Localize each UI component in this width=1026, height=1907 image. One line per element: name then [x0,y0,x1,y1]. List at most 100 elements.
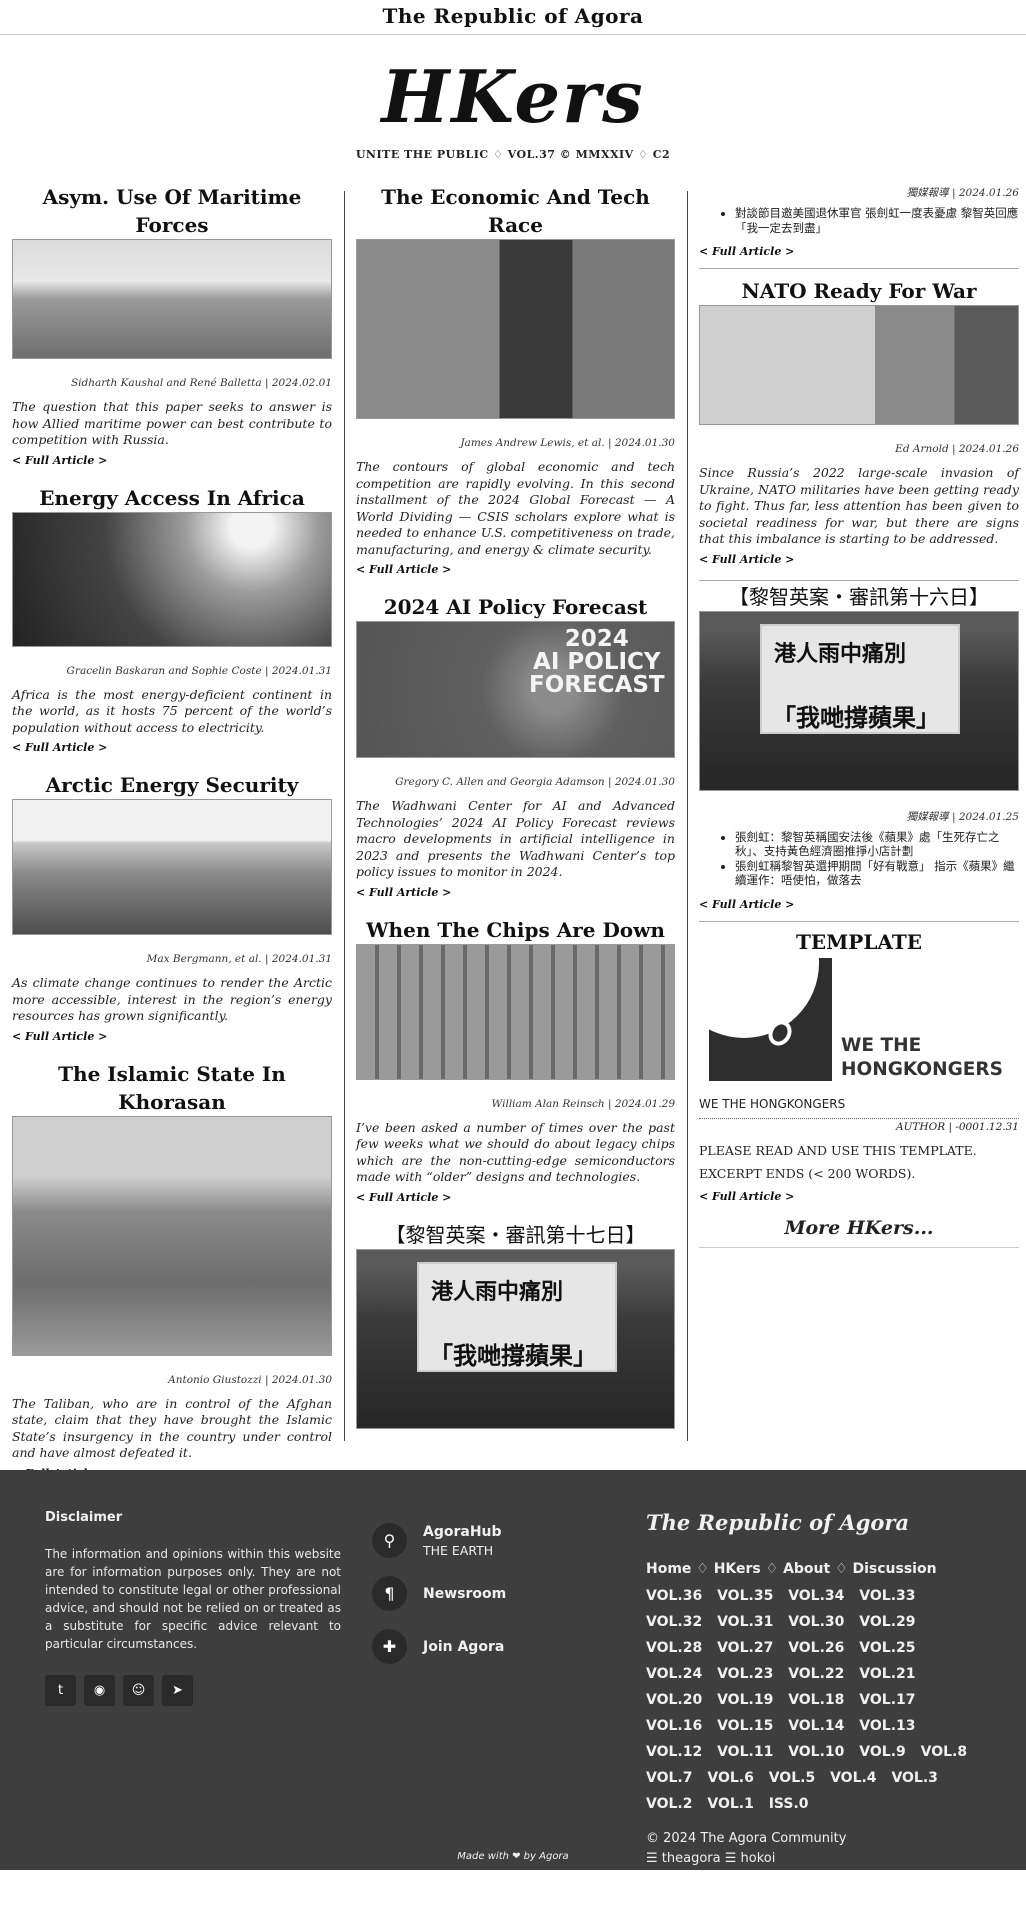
article-byline: Antonio Giustozzi | 2024.01.30 [168,1373,332,1386]
volume-link[interactable]: VOL.28 [646,1640,702,1656]
reddit-icon[interactable]: ☺ [123,1675,154,1706]
divider [699,579,1019,581]
article-title[interactable]: Energy Access In Africa [12,484,332,512]
volume-link[interactable]: VOL.22 [788,1666,844,1682]
article-title[interactable]: When The Chips Are Down [356,916,675,944]
article-title[interactable]: Arctic Energy Security [12,771,332,799]
volume-link[interactable]: VOL.32 [646,1614,702,1630]
article-card: NATO Ready For War Ed Arnold | 2024.01.2… [699,277,1019,566]
volume-link[interactable]: VOL.23 [717,1666,773,1682]
volume-link[interactable]: VOL.5 [769,1770,815,1786]
volume-link[interactable]: VOL.21 [859,1666,915,1682]
footer-brand[interactable]: The Republic of Agora [646,1510,986,1535]
article-title[interactable]: 2024 AI Policy Forecast [356,593,675,621]
footer-nav[interactable]: Home ♢ HKers ♢ About ♢ Discussion [646,1561,986,1577]
volume-link[interactable]: VOL.1 [707,1796,753,1812]
article-card: 【黎智英案・審訊第十六日】 港人雨中痛別 「我哋撐蘋果」 獨媒報導 | 2024… [699,583,1019,911]
volume-link[interactable]: VOL.17 [859,1692,915,1708]
full-article-link[interactable]: < Full Article > [699,898,1019,911]
full-article-link[interactable]: < Full Article > [356,886,675,899]
full-article-link[interactable]: < Full Article > [12,1030,332,1043]
article-image[interactable] [12,799,332,935]
site-title[interactable]: The Republic of Agora [382,4,643,28]
volume-link[interactable]: VOL.13 [859,1718,915,1734]
article-image[interactable]: 港人雨中痛別 「我哋撐蘋果」 [356,1248,675,1429]
volume-link[interactable]: ISS.0 [769,1796,809,1812]
volume-link[interactable]: VOL.10 [788,1744,844,1760]
article-title[interactable]: TEMPLATE [699,928,1019,956]
volume-link[interactable]: VOL.18 [788,1692,844,1708]
full-article-link[interactable]: < Full Article > [699,245,1019,258]
volume-link[interactable]: VOL.36 [646,1588,702,1604]
logo-text: WE THE HONGKONGERS [841,1034,1003,1080]
disclaimer-section: Disclaimer The information and opinions … [45,1510,341,1706]
volume-link[interactable]: VOL.19 [717,1692,773,1708]
volume-link[interactable]: VOL.24 [646,1666,702,1682]
volume-link[interactable]: VOL.2 [646,1796,692,1812]
volume-link[interactable]: VOL.14 [788,1718,844,1734]
article-title[interactable]: Asym. Use Of Maritime Forces [12,183,332,239]
agorahub-link[interactable]: ⚲ AgoraHub THE EARTH [372,1523,506,1558]
article-image[interactable] [12,239,332,359]
volume-link[interactable]: VOL.29 [859,1614,915,1630]
volume-links: VOL.36 VOL.35 VOL.34 VOL.33 VOL.32 VOL.3… [646,1583,986,1817]
article-title[interactable]: 【黎智英案・審訊第十六日】 [699,583,1019,611]
volume-link[interactable]: VOL.8 [921,1744,967,1760]
bullet-list: 張劍虹：黎智英稱國安法後《蘋果》處「生死存亡之秋」、支持黃色經濟圈推掙小店計劃 … [735,830,1019,888]
full-article-link[interactable]: < Full Article > [12,454,332,467]
volume-link[interactable]: VOL.15 [717,1718,773,1734]
article-excerpt: As climate change continues to render th… [12,975,332,1023]
article-image[interactable] [356,239,675,419]
full-article-link[interactable]: < Full Article > [699,553,1019,566]
masthead: HKers [0,35,1026,148]
we-the-hongkongers-logo[interactable]: WE THE HONGKONGERS [699,956,1019,1085]
article-title[interactable]: The Islamic State In Khorasan [12,1060,332,1116]
full-article-link[interactable]: < Full Article > [356,1191,675,1204]
volume-link[interactable]: VOL.7 [646,1770,692,1786]
join-agora-link[interactable]: ✚ Join Agora [372,1629,506,1664]
volume-link[interactable]: VOL.26 [788,1640,844,1656]
image-text: 2024 AI POLICY FORECAST [529,626,665,698]
pilcrow-icon: ¶ [372,1576,407,1611]
column-right: 獨媒報導 | 2024.01.26 對談節目邀美國退休軍官 張劍虹一度表憂慮 黎… [699,183,1019,1248]
github-icon[interactable]: ◉ [84,1675,115,1706]
masthead-title[interactable]: HKers [0,49,1026,145]
volume-link[interactable]: VOL.3 [891,1770,937,1786]
volume-link[interactable]: VOL.30 [788,1614,844,1630]
article-image[interactable] [699,305,1019,425]
article-byline: William Alan Reinsch | 2024.01.29 [491,1097,676,1110]
article-image[interactable] [12,511,332,647]
volume-link[interactable]: VOL.16 [646,1718,702,1734]
volume-link[interactable]: VOL.4 [830,1770,876,1786]
newsroom-link[interactable]: ¶ Newsroom [372,1576,506,1611]
volume-link[interactable]: VOL.35 [717,1588,773,1604]
full-article-link[interactable]: < Full Article > [12,741,332,754]
article-title[interactable]: The Economic And Tech Race [356,183,675,239]
volume-link[interactable]: VOL.9 [859,1744,905,1760]
volume-link[interactable]: VOL.6 [707,1770,753,1786]
volume-link[interactable]: VOL.31 [717,1614,773,1630]
more-hkers-link[interactable]: More HKers... [699,1217,1019,1248]
twitter-icon[interactable]: t [45,1675,76,1706]
volume-link[interactable]: VOL.11 [717,1744,773,1760]
article-excerpt: The contours of global economic and tech… [356,459,675,557]
volume-link[interactable]: VOL.20 [646,1692,702,1708]
article-title[interactable]: NATO Ready For War [699,277,1019,305]
logo-mark [709,957,832,1081]
volume-link[interactable]: VOL.25 [859,1640,915,1656]
article-card: 獨媒報導 | 2024.01.26 對談節目邀美國退休軍官 張劍虹一度表憂慮 黎… [699,185,1019,258]
telegram-icon[interactable]: ➤ [162,1675,193,1706]
volume-link[interactable]: VOL.33 [859,1588,915,1604]
article-title[interactable]: 【黎智英案・審訊第十七日】 [356,1221,675,1249]
volume-link[interactable]: VOL.34 [788,1588,844,1604]
article-byline: James Andrew Lewis, et al. | 2024.01.30 [460,437,675,449]
article-image[interactable]: 2024 AI POLICY FORECAST [356,621,675,758]
volume-link[interactable]: VOL.27 [717,1640,773,1656]
full-article-link[interactable]: < Full Article > [699,1190,1019,1203]
disclaimer-text: The information and opinions within this… [45,1547,341,1651]
article-image[interactable]: 港人雨中痛別 「我哋撐蘋果」 [699,610,1019,791]
article-image[interactable] [356,943,675,1080]
full-article-link[interactable]: < Full Article > [356,563,675,576]
volume-link[interactable]: VOL.12 [646,1744,702,1760]
article-image[interactable] [12,1115,332,1356]
